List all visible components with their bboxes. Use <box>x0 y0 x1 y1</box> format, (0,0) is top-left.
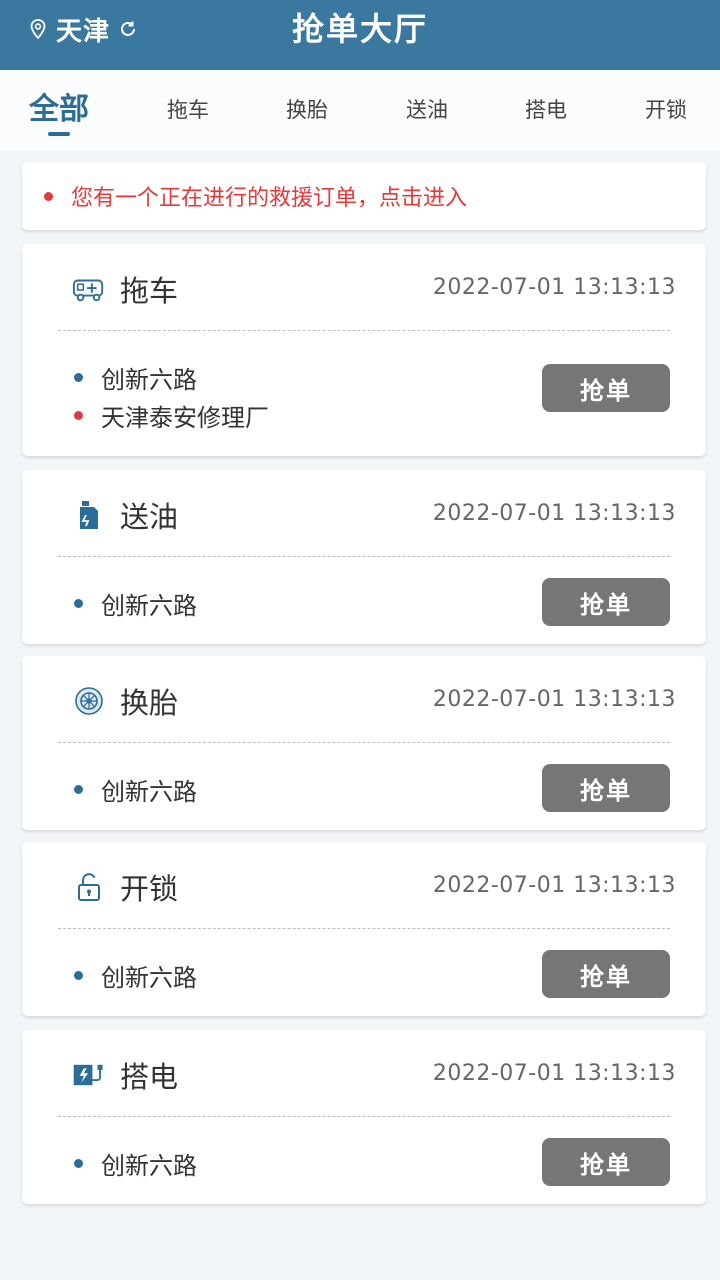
order-time: 2022-07-01 13:13:13 <box>432 1061 676 1086</box>
start-location: 创新六路 <box>74 956 197 994</box>
end-location: 天津泰安修理厂 <box>74 396 269 434</box>
start-location: 创新六路 <box>74 1144 197 1182</box>
ongoing-order-banner[interactable]: 您有一个正在进行的救援订单，点击进入 <box>22 162 706 230</box>
start-dot <box>74 1158 83 1168</box>
ongoing-order-text: 您有一个正在进行的救援订单，点击进入 <box>71 186 468 211</box>
order-time: 2022-07-01 13:13:13 <box>432 501 676 526</box>
order-card: 开锁 2022-07-01 13:13:13 创新六路 抢单 <box>22 842 706 1016</box>
tab-unlock[interactable]: 开锁 <box>638 70 694 150</box>
order-locations: 创新六路 <box>74 1144 197 1182</box>
order-card-header: 开锁 2022-07-01 13:13:13 <box>22 842 706 930</box>
order-card: 换胎 2022-07-01 13:13:13 创新六路 抢单 <box>22 656 706 830</box>
alert-dot <box>44 191 53 201</box>
order-type: 换胎 <box>120 686 179 720</box>
order-locations: 创新六路 <box>74 956 197 994</box>
tow-truck-icon <box>72 272 106 306</box>
start-location-text: 创新六路 <box>101 777 197 806</box>
category-tabs: 全部 拖车 换胎 送油 搭电 开锁 <box>0 70 720 150</box>
dashed-divider <box>58 928 670 929</box>
tab-tow[interactable]: 拖车 <box>160 70 216 150</box>
dashed-divider <box>58 330 670 331</box>
tire-icon <box>72 684 106 718</box>
page-title: 抢单大厅 <box>291 10 428 48</box>
fuel-can-icon <box>72 498 106 532</box>
order-time: 2022-07-01 13:13:13 <box>432 275 676 300</box>
tab-fuel[interactable]: 送油 <box>399 70 455 150</box>
dashed-divider <box>58 556 670 557</box>
order-type: 拖车 <box>120 274 179 308</box>
start-dot <box>74 784 83 794</box>
tab-label: 全部 <box>29 92 89 127</box>
start-location: 创新六路 <box>74 358 269 396</box>
order-type: 搭电 <box>120 1060 179 1094</box>
order-locations: 创新六路 <box>74 584 197 622</box>
order-card-header: 送油 2022-07-01 13:13:13 <box>22 470 706 558</box>
order-time: 2022-07-01 13:13:13 <box>432 873 676 898</box>
app-header: 天津 抢单大厅 <box>0 0 720 70</box>
order-card-header: 拖车 2022-07-01 13:13:13 <box>22 244 706 332</box>
grab-order-button[interactable]: 抢单 <box>542 364 670 412</box>
start-location-text: 创新六路 <box>101 365 197 394</box>
start-dot <box>74 372 83 382</box>
grab-order-button[interactable]: 抢单 <box>542 764 670 812</box>
order-card: 搭电 2022-07-01 13:13:13 创新六路 抢单 <box>22 1030 706 1204</box>
tab-jumpstart[interactable]: 搭电 <box>518 70 574 150</box>
order-locations: 创新六路 <box>74 770 197 808</box>
start-dot <box>74 598 83 608</box>
order-type: 开锁 <box>120 872 179 906</box>
order-locations: 创新六路 天津泰安修理厂 <box>74 358 269 434</box>
order-card-header: 换胎 2022-07-01 13:13:13 <box>22 656 706 744</box>
start-dot <box>74 970 83 980</box>
start-location-text: 创新六路 <box>101 591 197 620</box>
tab-all[interactable]: 全部 <box>26 70 92 150</box>
dashed-divider <box>58 1116 670 1117</box>
start-location: 创新六路 <box>74 584 197 622</box>
unlock-icon <box>72 870 106 904</box>
order-card-header: 搭电 2022-07-01 13:13:13 <box>22 1030 706 1118</box>
end-dot <box>74 410 83 420</box>
dashed-divider <box>58 742 670 743</box>
battery-charge-icon <box>72 1058 106 1092</box>
active-tab-indicator <box>48 132 70 136</box>
order-card: 送油 2022-07-01 13:13:13 创新六路 抢单 <box>22 470 706 644</box>
end-location-text: 天津泰安修理厂 <box>101 403 269 432</box>
order-card: 拖车 2022-07-01 13:13:13 创新六路 天津泰安修理厂 抢单 <box>22 244 706 456</box>
order-type: 送油 <box>120 500 179 534</box>
order-time: 2022-07-01 13:13:13 <box>432 687 676 712</box>
start-location: 创新六路 <box>74 770 197 808</box>
grab-order-button[interactable]: 抢单 <box>542 950 670 998</box>
start-location-text: 创新六路 <box>101 963 197 992</box>
grab-order-button[interactable]: 抢单 <box>542 578 670 626</box>
start-location-text: 创新六路 <box>101 1151 197 1180</box>
tab-tire[interactable]: 换胎 <box>279 70 335 150</box>
grab-order-button[interactable]: 抢单 <box>542 1138 670 1186</box>
